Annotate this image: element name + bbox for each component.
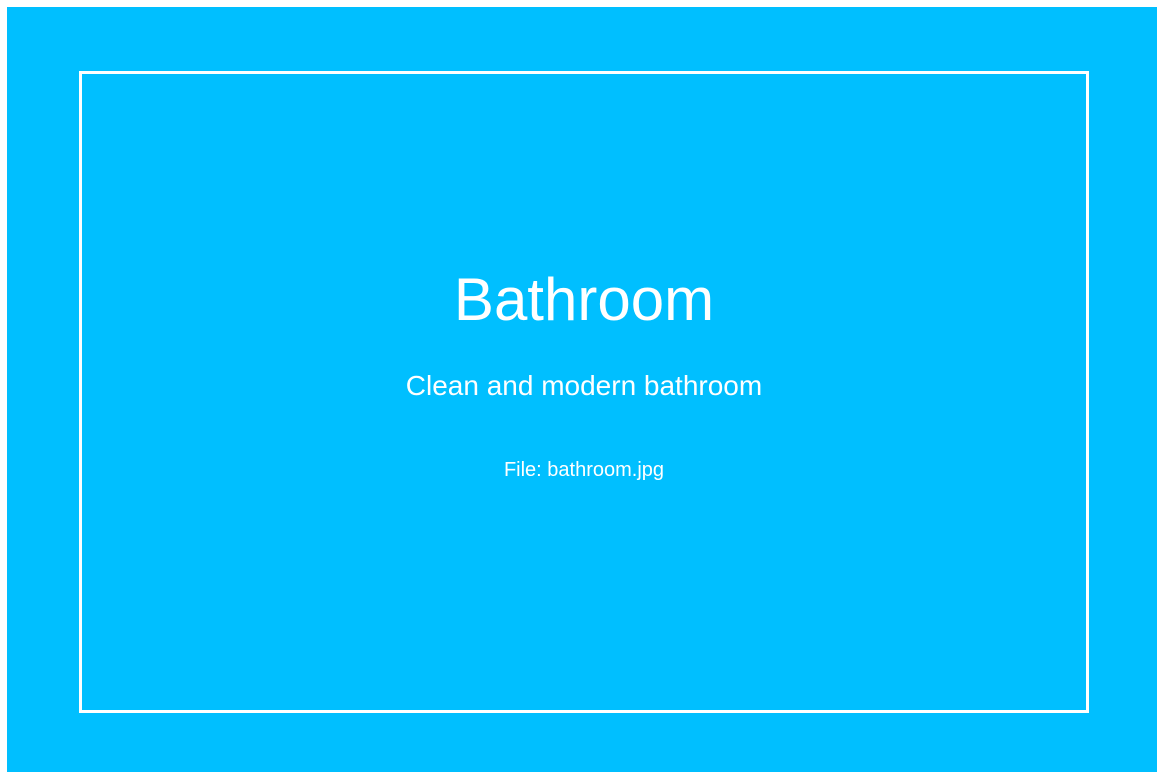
image-placeholder: Bathroom Clean and modern bathroom File:… (7, 7, 1157, 772)
placeholder-filename: File: bathroom.jpg (503, 459, 665, 481)
placeholder-frame: Bathroom Clean and modern bathroom File:… (79, 71, 1089, 713)
placeholder-title: Bathroom (453, 266, 715, 333)
placeholder-description: Clean and modern bathroom (405, 370, 763, 401)
